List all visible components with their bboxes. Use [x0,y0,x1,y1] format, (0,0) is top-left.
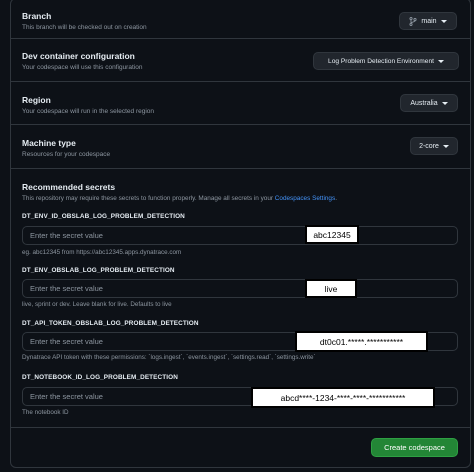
secret-help: eg. abc12345 from https://abc12345.apps.… [22,249,182,256]
devcontainer-row: Dev container configuration Your codespa… [11,40,470,82]
branch-selected-label: main [421,17,437,25]
secret-annotation-api-token: dt0c01.*****.*********** [295,331,428,352]
branch-row: Branch This branch will be checked out o… [11,0,470,39]
secret-input[interactable]: Enter the secret value [22,279,458,298]
secret-annotation-env: live [305,279,357,298]
region-row: Region Your codespace will run in the se… [11,83,470,125]
region-title: Region [22,95,51,105]
machine-title: Machine type [22,138,76,148]
git-branch-icon [409,16,417,26]
branch-title: Branch [22,11,52,21]
chevron-down-icon [441,101,448,105]
machine-select-button[interactable]: 2-core [410,137,458,155]
machine-row: Machine type Resources for your codespac… [11,126,470,169]
footer-divider [11,427,470,428]
chevron-down-icon [437,59,444,63]
secret-annotation-notebook-id: abcd****-1234-****-****-*********** [251,387,435,408]
chevron-down-icon [440,19,447,23]
branch-description: This branch will be checked out on creat… [22,24,147,31]
secret-annotation-env-id: abc12345 [305,225,359,244]
region-select-button[interactable]: Australia [400,94,458,112]
secret-label: DT_API_TOKEN_OBSLAB_LOG_PROBLEM_DETECTIO… [22,320,199,327]
devcontainer-description: Your codespace will use this configurati… [22,64,143,71]
machine-description: Resources for your codespace [22,151,111,158]
region-description: Your codespace will run in the selected … [22,108,155,115]
machine-selected-label: 2-core [419,142,439,150]
secrets-description: This repository may require these secret… [22,195,337,202]
devcontainer-title: Dev container configuration [22,51,135,61]
devcontainer-select-button[interactable]: Log Problem Detection Environment [313,52,459,70]
secrets-title: Recommended secrets [22,182,116,192]
secret-label: DT_NOTEBOOK_ID_LOG_PROBLEM_DETECTION [22,374,178,381]
secret-input[interactable]: Enter the secret value [22,226,458,245]
create-codespace-button[interactable]: Create codespace [371,438,458,457]
secret-help: The notebook ID [22,409,69,416]
secret-label: DT_ENV_OBSLAB_LOG_PROBLEM_DETECTION [22,267,175,274]
chevron-down-icon [442,144,449,148]
secret-help: live, sprint or dev. Leave blank for liv… [22,301,172,308]
codespaces-settings-link[interactable]: Codespaces Settings [275,195,335,202]
region-selected-label: Australia [410,99,438,107]
devcontainer-selected-label: Log Problem Detection Environment [328,57,434,65]
secret-label: DT_ENV_ID_OBSLAB_LOG_PROBLEM_DETECTION [22,213,185,220]
secret-help: Dynatrace API token with these permissio… [22,354,316,361]
branch-select-button[interactable]: main [399,12,457,30]
